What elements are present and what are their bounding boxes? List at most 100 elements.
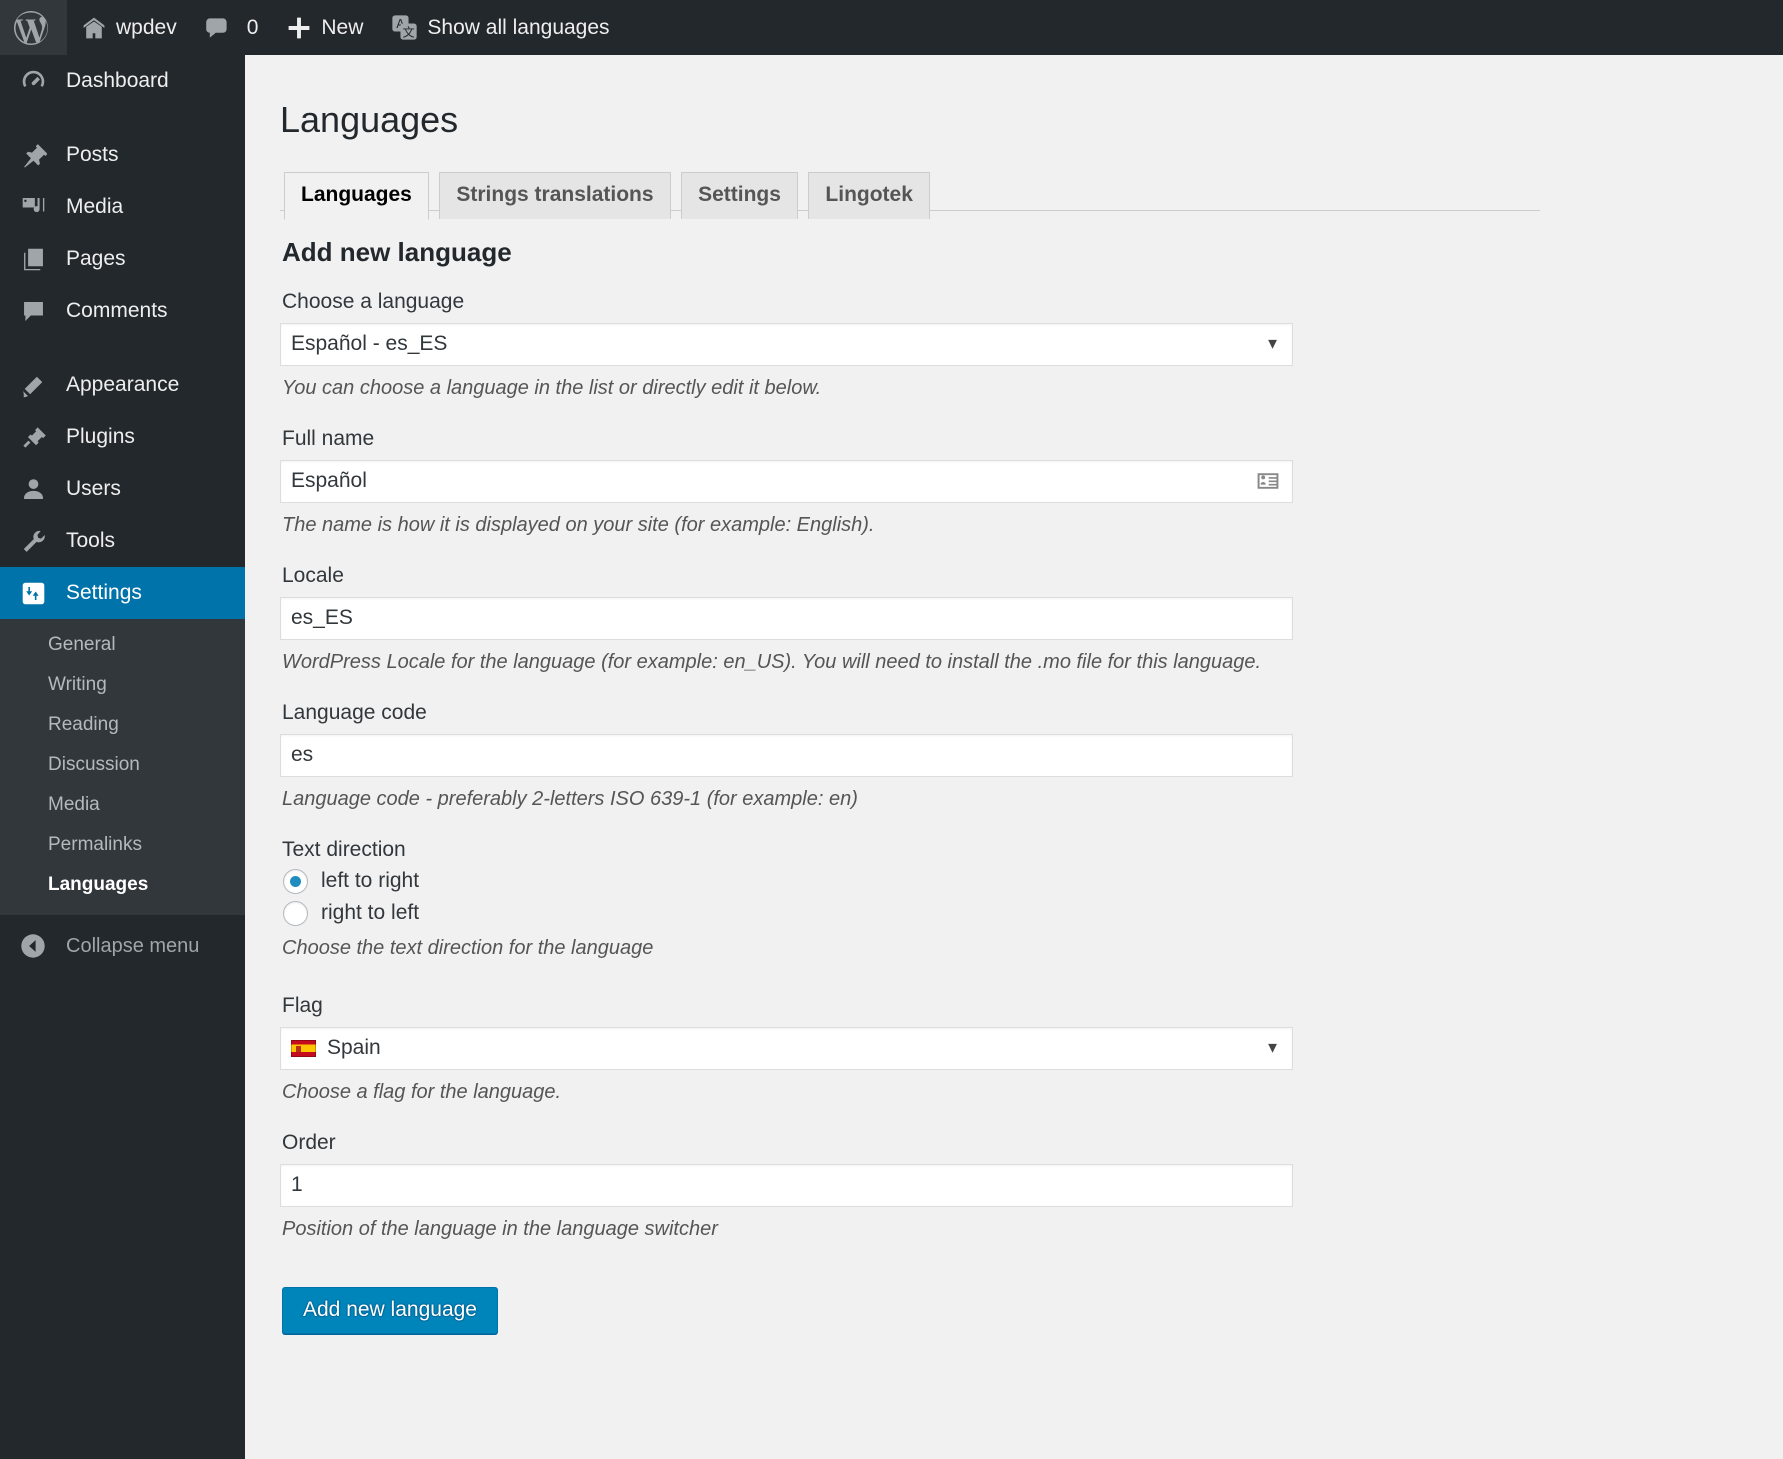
sidebar-separator <box>0 337 245 359</box>
tab-settings[interactable]: Settings <box>681 172 798 219</box>
sidebar-label: Users <box>66 477 121 501</box>
user-icon <box>20 476 54 503</box>
submenu-item-general[interactable]: General <box>0 625 245 665</box>
wordpress-logo-icon <box>14 11 48 45</box>
brush-icon <box>20 372 54 399</box>
locale-description: WordPress Locale for the language (for e… <box>282 651 1783 674</box>
pages-icon <box>20 246 54 273</box>
submenu-item-media[interactable]: Media <box>0 785 245 825</box>
admin-bar: wpdev 0 New A 文 Show all languages <box>0 0 1783 55</box>
text-direction-label: Text direction <box>282 838 1783 862</box>
sidebar-item-tools[interactable]: Tools <box>0 515 245 567</box>
locale-label: Locale <box>282 564 1783 588</box>
sidebar-label: Posts <box>66 143 119 167</box>
plus-icon <box>286 15 312 41</box>
submenu-item-reading[interactable]: Reading <box>0 705 245 745</box>
full-name-input-wrap <box>280 460 1293 503</box>
order-label: Order <box>282 1131 1783 1155</box>
collapse-menu-button[interactable]: Collapse menu <box>0 915 245 977</box>
radio-indicator <box>283 901 308 926</box>
dashboard-icon <box>20 68 54 95</box>
radio-right-to-left-label: right to left <box>321 901 419 925</box>
choose-language-select-wrap: Español - es_ES ▼ <box>280 323 1293 366</box>
content-body: Languages Languages Strings translations… <box>245 88 1783 1334</box>
add-new-language-button[interactable]: Add new language <box>282 1287 498 1334</box>
svg-text:文: 文 <box>403 24 415 39</box>
flag-select-wrap: Spain ▼ <box>280 1027 1293 1070</box>
radio-indicator <box>283 869 308 894</box>
submenu-item-languages[interactable]: Languages <box>0 865 245 905</box>
order-input[interactable] <box>280 1164 1293 1207</box>
sidebar-item-plugins[interactable]: Plugins <box>0 411 245 463</box>
flag-label: Flag <box>282 994 1783 1018</box>
show-all-languages-button[interactable]: A 文 Show all languages <box>377 0 623 55</box>
submenu-item-permalinks[interactable]: Permalinks <box>0 825 245 865</box>
text-direction-description: Choose the text direction for the langua… <box>282 937 1783 960</box>
sidebar-item-users[interactable]: Users <box>0 463 245 515</box>
choose-language-value: Español - es_ES <box>291 332 447 356</box>
translation-icon: A 文 <box>391 14 418 41</box>
order-description: Position of the language in the language… <box>282 1218 1783 1241</box>
new-content-label: New <box>321 16 363 40</box>
collapse-arrow-icon <box>20 933 54 959</box>
page-title: Languages <box>280 88 1783 148</box>
comment-bubble-icon <box>205 16 229 40</box>
choose-language-select[interactable]: Español - es_ES <box>280 323 1293 366</box>
sidebar-item-appearance[interactable]: Appearance <box>0 359 245 411</box>
site-name-button[interactable]: wpdev <box>67 0 191 55</box>
sidebar-item-comments[interactable]: Comments <box>0 285 245 337</box>
admin-sidebar: Dashboard Posts Media Pages Comments App… <box>0 55 245 1459</box>
locale-input[interactable] <box>280 597 1293 640</box>
tab-bar: Languages Strings translations Settings … <box>280 162 1540 211</box>
sidebar-item-posts[interactable]: Posts <box>0 129 245 181</box>
id-card-icon <box>1255 468 1281 494</box>
site-name-label: wpdev <box>116 16 177 40</box>
comments-count: 0 <box>247 16 259 40</box>
sidebar-item-media[interactable]: Media <box>0 181 245 233</box>
content-area: Languages Languages Strings translations… <box>245 55 1783 1459</box>
sidebar-label: Tools <box>66 529 115 553</box>
wp-logo-button[interactable] <box>0 0 67 55</box>
sidebar-label: Dashboard <box>66 69 169 93</box>
sidebar-label: Settings <box>66 581 142 605</box>
wrench-icon <box>20 528 54 555</box>
language-code-description: Language code - preferably 2-letters ISO… <box>282 788 1783 811</box>
radio-left-to-right[interactable]: left to right <box>283 869 1783 894</box>
sidebar-label: Comments <box>66 299 168 323</box>
language-code-input[interactable] <box>280 734 1293 777</box>
spain-flag-icon <box>291 1040 316 1057</box>
field-text-direction: Text direction left to right right to le… <box>280 838 1783 960</box>
submenu-item-discussion[interactable]: Discussion <box>0 745 245 785</box>
language-code-label: Language code <box>282 701 1783 725</box>
field-language-code: Language code Language code - preferably… <box>280 701 1783 811</box>
flag-value: Spain <box>327 1036 381 1060</box>
flag-description: Choose a flag for the language. <box>282 1081 1783 1104</box>
show-all-languages-label: Show all languages <box>427 16 609 40</box>
comments-bubble-button[interactable]: 0 <box>191 0 273 55</box>
full-name-label: Full name <box>282 427 1783 451</box>
submenu-item-writing[interactable]: Writing <box>0 665 245 705</box>
pin-icon <box>20 142 54 169</box>
home-icon <box>81 15 107 41</box>
sidebar-label: Media <box>66 195 123 219</box>
settings-sliders-icon <box>20 580 54 607</box>
collapse-menu-label: Collapse menu <box>66 935 199 958</box>
new-content-button[interactable]: New <box>272 0 377 55</box>
choose-language-label: Choose a language <box>282 290 1783 314</box>
sidebar-item-pages[interactable]: Pages <box>0 233 245 285</box>
sidebar-item-dashboard[interactable]: Dashboard <box>0 55 245 107</box>
radio-left-to-right-label: left to right <box>321 869 419 893</box>
form-heading: Add new language <box>282 237 1783 268</box>
plug-icon <box>20 424 54 451</box>
field-full-name: Full name The name is how it is displaye… <box>280 427 1783 537</box>
flag-select[interactable]: Spain <box>280 1027 1293 1070</box>
settings-submenu: General Writing Reading Discussion Media… <box>0 619 245 915</box>
radio-right-to-left[interactable]: right to left <box>283 901 1783 926</box>
tab-lingotek[interactable]: Lingotek <box>808 172 930 219</box>
sidebar-item-settings[interactable]: Settings <box>0 567 245 619</box>
field-locale: Locale WordPress Locale for the language… <box>280 564 1783 674</box>
sidebar-separator <box>0 107 245 129</box>
tab-languages[interactable]: Languages <box>284 172 429 220</box>
tab-strings-translations[interactable]: Strings translations <box>439 172 670 219</box>
full-name-input[interactable] <box>280 460 1293 503</box>
